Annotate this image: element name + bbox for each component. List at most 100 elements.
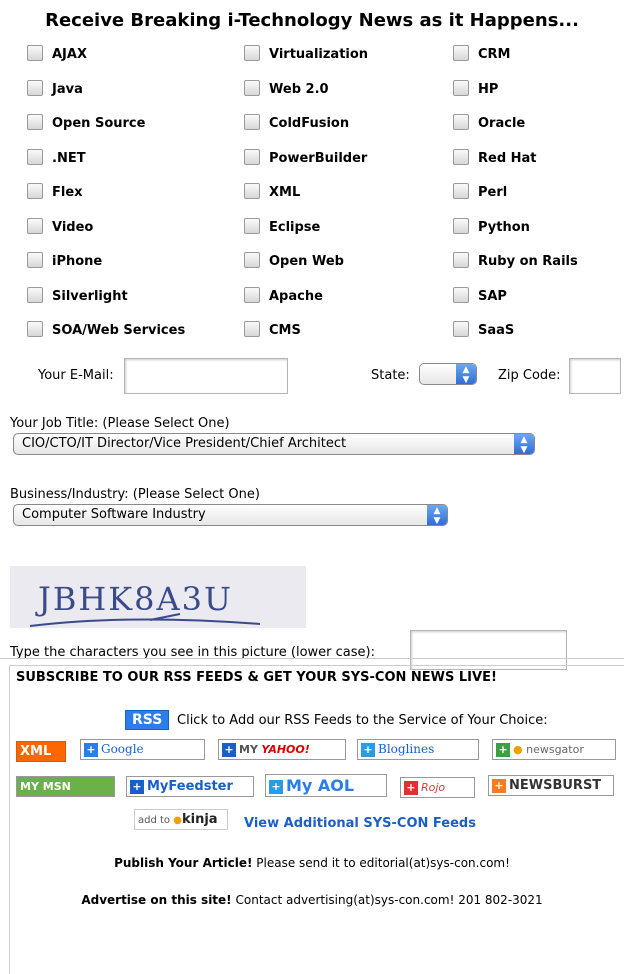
- topic-checkbox[interactable]: [244, 80, 260, 96]
- chevron-updown-icon: ▲ ▼: [427, 505, 447, 525]
- topic-checkbox[interactable]: [244, 218, 260, 234]
- topic-label: PowerBuilder: [269, 151, 368, 166]
- topic-label: ColdFusion: [269, 116, 350, 131]
- topic-checkbox[interactable]: [453, 252, 469, 268]
- newsburst-feed-button[interactable]: + NEWSBURST: [488, 775, 614, 796]
- advertise-text: Contact advertising(at)sys-con.com! 201 …: [231, 893, 543, 907]
- topic-checkbox[interactable]: [244, 45, 260, 61]
- topic-label: CRM: [478, 47, 511, 62]
- newsgator-label: newsgator: [526, 743, 584, 756]
- topic-checkbox[interactable]: [244, 252, 260, 268]
- topic-label: Web 2.0: [269, 82, 329, 97]
- topic-checkbox[interactable]: [453, 45, 469, 61]
- job-title-value: CIO/CTO/IT Director/Vice President/Chief…: [22, 436, 347, 451]
- topic-label: SaaS: [478, 323, 515, 338]
- zip-field[interactable]: [569, 358, 621, 394]
- topic-checkbox[interactable]: [453, 287, 469, 303]
- captcha-text: JBHK8A3U: [35, 580, 233, 618]
- topic-label: CMS: [269, 323, 301, 338]
- topic-checkbox[interactable]: [244, 114, 260, 130]
- xml-feed-button[interactable]: XML: [16, 741, 66, 762]
- topic-checkbox[interactable]: [27, 287, 43, 303]
- topic-label: SAP: [478, 289, 507, 304]
- rojo-label: Rojo: [421, 781, 446, 794]
- publish-text: Please send it to editorial(at)sys-con.c…: [252, 856, 510, 870]
- rojo-feed-button[interactable]: + Rojo: [400, 777, 475, 798]
- kinja-feed-button[interactable]: add to ●kinja: [134, 809, 228, 830]
- topic-label: AJAX: [52, 47, 87, 62]
- topic-checkbox[interactable]: [27, 218, 43, 234]
- newsgator-feed-button[interactable]: + ● newsgator: [492, 739, 616, 760]
- job-title-select[interactable]: CIO/CTO/IT Director/Vice President/Chief…: [13, 433, 535, 455]
- topic-label: Silverlight: [52, 289, 128, 304]
- plus-icon: +: [84, 743, 98, 757]
- kinja-label: kinja: [181, 812, 218, 827]
- topic-checkbox[interactable]: [453, 80, 469, 96]
- rss-intro: Click to Add our RSS Feeds to the Servic…: [177, 713, 548, 728]
- zip-label: Zip Code:: [498, 368, 561, 383]
- state-select[interactable]: ▲ ▼: [419, 363, 477, 385]
- topic-label: Video: [52, 220, 94, 235]
- industry-value: Computer Software Industry: [22, 507, 206, 522]
- topic-checkbox[interactable]: [27, 45, 43, 61]
- topic-label: Flex: [52, 185, 83, 200]
- topic-checkbox[interactable]: [27, 149, 43, 165]
- topic-label: Open Web: [269, 254, 344, 269]
- topic-checkbox[interactable]: [244, 321, 260, 337]
- topic-checkbox[interactable]: [244, 287, 260, 303]
- topic-checkbox[interactable]: [27, 321, 43, 337]
- topic-checkbox[interactable]: [27, 252, 43, 268]
- topic-label: Python: [478, 220, 530, 235]
- advertise-line: Advertise on this site! Contact advertis…: [0, 893, 624, 907]
- topic-checkbox[interactable]: [244, 149, 260, 165]
- topic-checkbox[interactable]: [27, 183, 43, 199]
- google-feed-button[interactable]: + Google: [80, 739, 205, 760]
- topic-label: Red Hat: [478, 151, 537, 166]
- email-field[interactable]: [124, 358, 288, 394]
- topic-checkbox[interactable]: [244, 183, 260, 199]
- topic-checkbox[interactable]: [453, 218, 469, 234]
- captcha-input[interactable]: [410, 630, 567, 670]
- topic-checkbox[interactable]: [453, 149, 469, 165]
- captcha-image: JBHK8A3U: [10, 566, 306, 628]
- plus-icon: +: [404, 781, 418, 795]
- topic-label: Eclipse: [269, 220, 321, 235]
- view-additional-feeds-link[interactable]: View Additional SYS-CON Feeds: [244, 816, 476, 831]
- chevron-updown-icon: ▲ ▼: [456, 364, 476, 384]
- topic-label: Ruby on Rails: [478, 254, 578, 269]
- captcha-noise-line: [29, 618, 261, 627]
- topic-checkbox[interactable]: [27, 80, 43, 96]
- topic-checkbox[interactable]: [27, 114, 43, 130]
- kinja-prefix: add to: [138, 815, 171, 826]
- plus-icon: +: [269, 779, 283, 794]
- yahoo-feed-button[interactable]: + MY YAHOO!: [218, 739, 346, 760]
- topic-label: Java: [52, 82, 83, 97]
- topic-label: Apache: [269, 289, 323, 304]
- captcha-graphic: JBHK8A3U: [29, 580, 261, 627]
- page-headline: Receive Breaking i-Technology News as it…: [45, 10, 579, 31]
- bloglines-feed-button[interactable]: + Bloglines: [357, 739, 479, 760]
- myaol-feed-button[interactable]: + My AOL: [265, 774, 387, 797]
- plus-icon: +: [496, 743, 510, 757]
- topic-label: Oracle: [478, 116, 526, 131]
- chevron-updown-icon: ▲ ▼: [514, 434, 534, 454]
- topic-label: Virtualization: [269, 47, 369, 62]
- yahoo-my-label: MY: [239, 743, 258, 756]
- newsburst-label: NEWSBURST: [509, 778, 602, 793]
- msn-feed-button[interactable]: MY MSN: [16, 776, 115, 797]
- state-label: State:: [371, 368, 410, 383]
- plus-icon: +: [492, 778, 506, 793]
- rss-badge[interactable]: RSS: [125, 710, 170, 730]
- topic-label: SOA/Web Services: [52, 323, 186, 338]
- topic-checkbox[interactable]: [453, 183, 469, 199]
- topic-label: Perl: [478, 185, 508, 200]
- myfeedster-label: MyFeedster: [147, 779, 233, 794]
- rss-title: SUBSCRIBE TO OUR RSS FEEDS & GET YOUR SY…: [16, 670, 497, 685]
- email-label: Your E-Mail:: [38, 368, 114, 383]
- myfeedster-feed-button[interactable]: + MyFeedster: [126, 776, 254, 797]
- topic-checkbox[interactable]: [453, 114, 469, 130]
- industry-select[interactable]: Computer Software Industry ▲ ▼: [13, 504, 448, 526]
- topic-checkbox[interactable]: [453, 321, 469, 337]
- yahoo-label: YAHOO!: [261, 743, 310, 756]
- google-label: Google: [101, 742, 144, 756]
